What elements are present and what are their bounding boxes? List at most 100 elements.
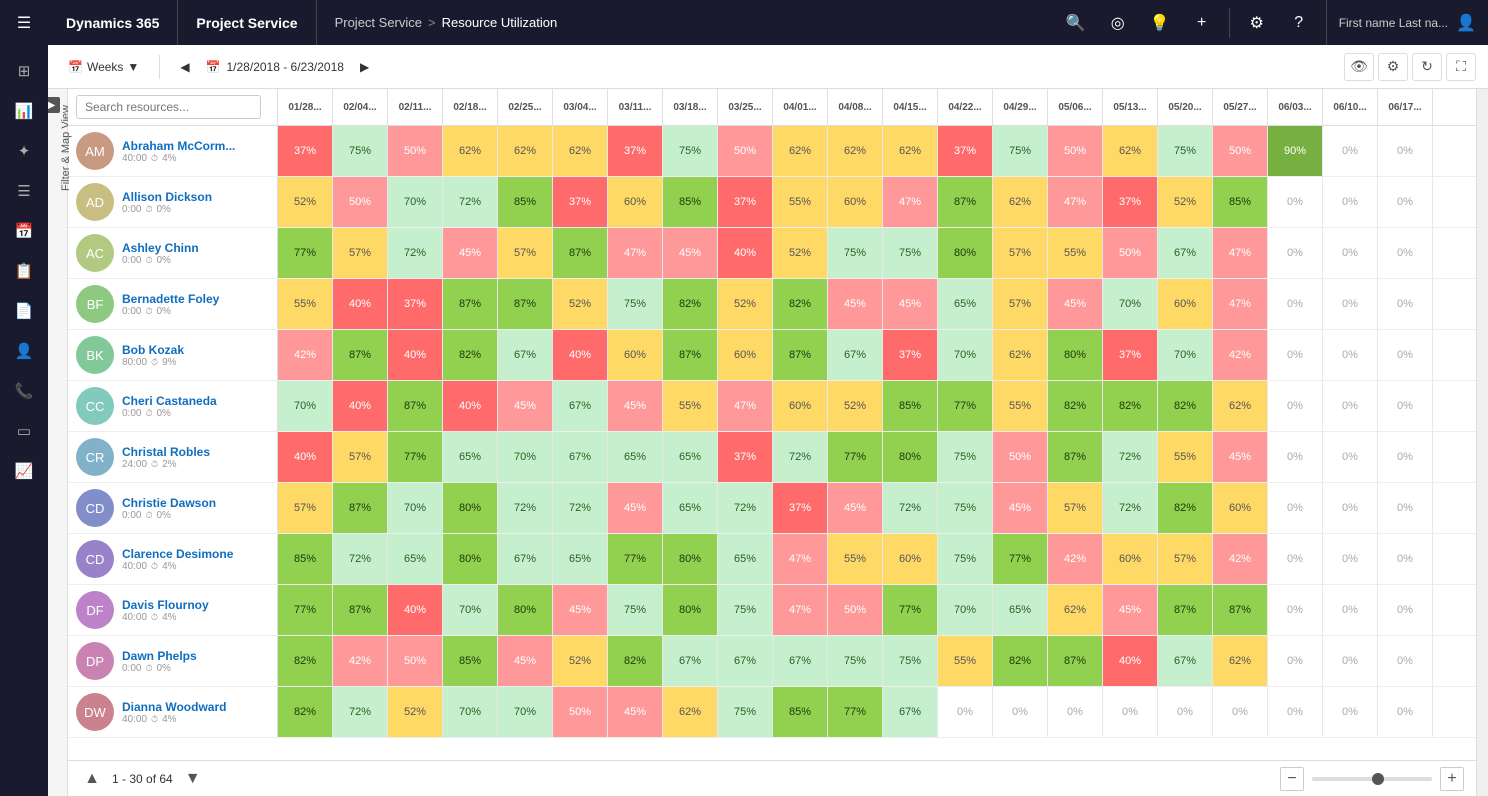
resource-name[interactable]: Dianna Woodward — [122, 700, 269, 714]
utilization-cell[interactable]: 72% — [883, 483, 938, 533]
utilization-cell[interactable]: 57% — [278, 483, 333, 533]
utilization-cell[interactable]: 45% — [663, 228, 718, 278]
utilization-cell[interactable]: 82% — [278, 636, 333, 686]
utilization-cell[interactable]: 82% — [773, 279, 828, 329]
settings-btn[interactable]: ⚙ — [1378, 53, 1408, 81]
utilization-cell[interactable]: 55% — [938, 636, 993, 686]
utilization-cell[interactable]: 75% — [883, 228, 938, 278]
utilization-cell[interactable]: 62% — [553, 126, 608, 176]
utilization-cell[interactable]: 77% — [938, 381, 993, 431]
utilization-cell[interactable]: 75% — [608, 585, 663, 635]
resource-name[interactable]: Christal Robles — [122, 445, 269, 459]
utilization-cell[interactable]: 87% — [498, 279, 553, 329]
utilization-cell[interactable]: 47% — [608, 228, 663, 278]
utilization-cell[interactable]: 67% — [498, 534, 553, 584]
utilization-cell[interactable]: 80% — [1048, 330, 1103, 380]
utilization-cell[interactable]: 82% — [608, 636, 663, 686]
sidebar-icon-report[interactable]: 📈 — [6, 453, 42, 489]
utilization-cell[interactable]: 70% — [1158, 330, 1213, 380]
utilization-cell[interactable]: 65% — [608, 432, 663, 482]
utilization-cell[interactable]: 45% — [443, 228, 498, 278]
utilization-cell[interactable]: 77% — [608, 534, 663, 584]
utilization-cell[interactable]: 75% — [608, 279, 663, 329]
utilization-cell[interactable]: 90% — [1268, 126, 1323, 176]
utilization-cell[interactable]: 87% — [333, 585, 388, 635]
hamburger-menu[interactable]: ☰ — [0, 0, 48, 45]
utilization-cell[interactable]: 85% — [278, 534, 333, 584]
filter-map-view-toggle[interactable]: ▶ Filter & Map View — [48, 89, 68, 796]
utilization-cell[interactable]: 52% — [278, 177, 333, 227]
utilization-cell[interactable]: 0% — [1378, 126, 1433, 176]
utilization-cell[interactable]: 0% — [1378, 228, 1433, 278]
utilization-cell[interactable]: 70% — [388, 483, 443, 533]
utilization-cell[interactable]: 50% — [553, 687, 608, 737]
utilization-cell[interactable]: 47% — [1213, 279, 1268, 329]
utilization-cell[interactable]: 40% — [388, 585, 443, 635]
utilization-cell[interactable]: 67% — [553, 381, 608, 431]
utilization-cell[interactable]: 65% — [938, 279, 993, 329]
utilization-cell[interactable]: 87% — [1048, 636, 1103, 686]
utilization-cell[interactable]: 40% — [553, 330, 608, 380]
resource-name[interactable]: Davis Flournoy — [122, 598, 269, 612]
utilization-cell[interactable]: 0% — [1378, 381, 1433, 431]
utilization-cell[interactable]: 87% — [443, 279, 498, 329]
utilization-cell[interactable]: 62% — [443, 126, 498, 176]
utilization-cell[interactable]: 52% — [828, 381, 883, 431]
utilization-cell[interactable]: 82% — [443, 330, 498, 380]
utilization-cell[interactable]: 0% — [1268, 432, 1323, 482]
refresh-btn[interactable]: ↻ — [1412, 53, 1442, 81]
utilization-cell[interactable]: 80% — [663, 534, 718, 584]
utilization-cell[interactable]: 82% — [1048, 381, 1103, 431]
zoom-out-btn[interactable]: − — [1280, 767, 1304, 791]
sidebar-icon-book[interactable]: 📋 — [6, 253, 42, 289]
resource-name[interactable]: Allison Dickson — [122, 190, 269, 204]
utilization-cell[interactable]: 45% — [1048, 279, 1103, 329]
utilization-cell[interactable]: 37% — [553, 177, 608, 227]
utilization-cell[interactable]: 77% — [388, 432, 443, 482]
utilization-cell[interactable]: 75% — [883, 636, 938, 686]
utilization-cell[interactable]: 50% — [388, 126, 443, 176]
utilization-cell[interactable]: 50% — [388, 636, 443, 686]
utilization-cell[interactable]: 70% — [498, 687, 553, 737]
resource-name[interactable]: Abraham McCorm... — [122, 139, 269, 153]
utilization-cell[interactable]: 47% — [1213, 228, 1268, 278]
utilization-cell[interactable]: 50% — [718, 126, 773, 176]
utilization-cell[interactable]: 0% — [1158, 687, 1213, 737]
utilization-cell[interactable]: 0% — [1323, 330, 1378, 380]
vertical-scrollbar[interactable] — [1476, 89, 1488, 796]
utilization-cell[interactable]: 50% — [1103, 228, 1158, 278]
utilization-cell[interactable]: 52% — [718, 279, 773, 329]
resource-name[interactable]: Bernadette Foley — [122, 292, 269, 306]
utilization-cell[interactable]: 0% — [1378, 177, 1433, 227]
utilization-cell[interactable]: 0% — [1268, 279, 1323, 329]
utilization-cell[interactable]: 87% — [1048, 432, 1103, 482]
utilization-cell[interactable]: 0% — [1268, 687, 1323, 737]
utilization-cell[interactable]: 60% — [883, 534, 938, 584]
utilization-cell[interactable]: 0% — [1323, 483, 1378, 533]
utilization-cell[interactable]: 37% — [718, 177, 773, 227]
project-service-nav[interactable]: Project Service — [178, 0, 316, 45]
dynamics365-nav[interactable]: Dynamics 365 — [48, 0, 178, 45]
utilization-cell[interactable]: 0% — [1323, 279, 1378, 329]
utilization-cell[interactable]: 60% — [1158, 279, 1213, 329]
utilization-cell[interactable]: 55% — [278, 279, 333, 329]
utilization-cell[interactable]: 80% — [443, 483, 498, 533]
utilization-cell[interactable]: 75% — [938, 483, 993, 533]
utilization-cell[interactable]: 65% — [663, 483, 718, 533]
utilization-cell[interactable]: 75% — [718, 585, 773, 635]
utilization-cell[interactable]: 42% — [1213, 330, 1268, 380]
utilization-cell[interactable]: 57% — [993, 228, 1048, 278]
utilization-cell[interactable]: 82% — [663, 279, 718, 329]
utilization-cell[interactable]: 72% — [498, 483, 553, 533]
utilization-cell[interactable]: 62% — [993, 330, 1048, 380]
utilization-cell[interactable]: 70% — [498, 432, 553, 482]
utilization-cell[interactable]: 45% — [993, 483, 1048, 533]
utilization-cell[interactable]: 47% — [718, 381, 773, 431]
utilization-cell[interactable]: 85% — [1213, 177, 1268, 227]
utilization-cell[interactable]: 37% — [1103, 177, 1158, 227]
utilization-cell[interactable]: 70% — [388, 177, 443, 227]
utilization-cell[interactable]: 57% — [333, 432, 388, 482]
next-page-btn[interactable]: ▼ — [181, 767, 205, 791]
utilization-cell[interactable]: 55% — [773, 177, 828, 227]
sidebar-icon-list[interactable]: ☰ — [6, 173, 42, 209]
